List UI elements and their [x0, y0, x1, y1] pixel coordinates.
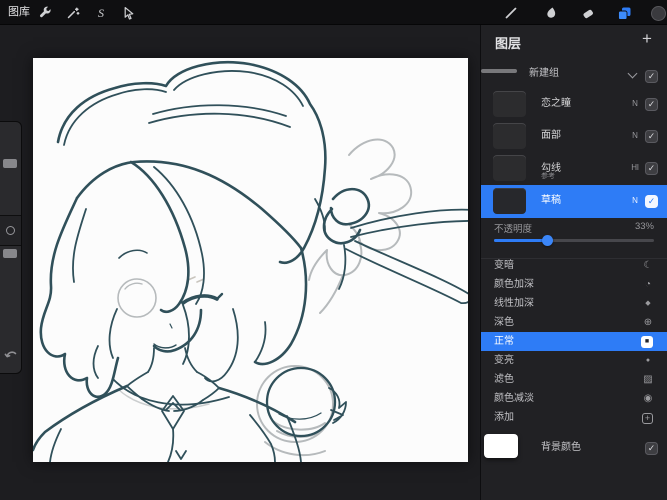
layer-name: 恋之瞳 — [541, 98, 571, 109]
layer-thumbnail[interactable] — [493, 155, 526, 181]
brush-sidebar — [0, 121, 22, 374]
opacity-value: 33% — [634, 221, 654, 232]
blend-mode-color-burn[interactable]: 颜色加深 ◔ — [481, 275, 667, 294]
chevron-down-icon[interactable] — [627, 68, 638, 79]
color-dodge-icon: ◉ — [643, 393, 653, 404]
adjustments-wand-icon[interactable] — [65, 5, 81, 21]
opacity-label: 不透明度 — [494, 224, 533, 235]
blend-badge[interactable]: Hl — [627, 152, 643, 184]
layer-name: 面部 — [541, 130, 561, 141]
group-thumbnail — [481, 69, 517, 73]
layer-reference-tag: 参考 — [541, 173, 555, 180]
background-color-swatch[interactable] — [484, 434, 518, 458]
brush-opacity-slider[interactable] — [3, 249, 17, 258]
layer-thumbnail[interactable] — [493, 188, 526, 214]
blend-mode-add[interactable]: 添加 + — [481, 408, 667, 427]
layer-name: 草稿 — [541, 195, 561, 206]
add-layer-button[interactable]: + — [637, 29, 657, 49]
layer-row[interactable]: 勾线 参考 Hl ✓ — [481, 152, 667, 184]
blend-mode-linear-burn[interactable]: 线性加深 ◆ — [481, 294, 667, 313]
layer-visibility-checkbox[interactable]: ✓ — [645, 98, 658, 111]
lighten-icon: ● — [645, 357, 651, 364]
background-layer-label: 背景颜色 — [541, 442, 581, 453]
opacity-slider[interactable] — [494, 235, 654, 246]
darker-color-icon: ⊕ — [643, 317, 653, 328]
layer-thumbnail[interactable] — [493, 91, 526, 117]
opacity-slider-thumb[interactable] — [541, 235, 553, 246]
modify-circle-icon — [6, 226, 15, 235]
blend-badge[interactable]: N — [627, 185, 643, 217]
actions-wrench-icon[interactable] — [37, 5, 53, 21]
smudge-icon[interactable] — [543, 5, 559, 21]
layers-panel-title: 图层 — [495, 36, 522, 51]
add-icon: + — [642, 412, 653, 424]
drawing-canvas[interactable] — [33, 58, 468, 462]
blend-mode-screen[interactable]: 滤色 ▨ — [481, 370, 667, 389]
color-burn-icon: ◔ — [644, 279, 652, 290]
blend-badge[interactable]: N — [627, 88, 643, 120]
undo-arrow-icon — [4, 351, 17, 358]
selection-icon[interactable]: S — [93, 5, 109, 21]
group-visibility-checkbox[interactable]: ✓ — [645, 70, 658, 83]
layer-visibility-checkbox[interactable]: ✓ — [645, 162, 658, 175]
layer-row[interactable]: 恋之瞳 N ✓ — [481, 88, 667, 120]
layer-thumbnail[interactable] — [493, 123, 526, 149]
layer-group-row[interactable]: 新建组 ✓ — [481, 60, 667, 88]
blend-mode-color-dodge[interactable]: 颜色减淡 ◉ — [481, 389, 667, 408]
group-name: 新建组 — [529, 68, 559, 79]
layer-row-selected[interactable]: 草稿 N ✓ — [481, 185, 667, 218]
normal-icon: ■ — [641, 335, 653, 348]
layers-panel: 图层 + 新建组 ✓ 恋之瞳 N ✓ 面部 N ✓ 勾线 参考 Hl ✓ 草稿 … — [480, 25, 667, 500]
layer-visibility-checkbox[interactable]: ✓ — [645, 130, 658, 143]
layers-icon[interactable] — [616, 5, 632, 21]
transform-arrow-icon[interactable] — [121, 5, 137, 21]
blend-badge[interactable]: N — [627, 120, 643, 152]
top-toolbar: 图库 S — [0, 0, 667, 25]
eraser-icon[interactable] — [580, 5, 596, 21]
modify-button[interactable] — [0, 215, 21, 246]
screen-icon: ▨ — [643, 374, 653, 385]
layer-row[interactable]: 面部 N ✓ — [481, 120, 667, 152]
background-visibility-checkbox[interactable]: ✓ — [645, 442, 658, 455]
background-layer-row[interactable]: 背景颜色 ✓ — [481, 430, 667, 466]
blend-mode-darken[interactable]: 变暗 ☾ — [481, 256, 667, 275]
gallery-button[interactable]: 图库 — [8, 0, 30, 25]
undo-button[interactable] — [0, 346, 21, 364]
canvas-artwork — [33, 60, 468, 462]
brush-icon[interactable] — [503, 5, 519, 21]
blend-mode-normal-selected[interactable]: 正常 ■ — [481, 332, 667, 351]
layer-visibility-checkbox[interactable]: ✓ — [645, 195, 658, 208]
blend-mode-lighten[interactable]: 变亮 ● — [481, 351, 667, 370]
color-swatch-icon[interactable] — [650, 5, 666, 21]
procreate-screen: 图库 S 图层 + 新建组 ✓ 恋之瞳 N ✓ 面部 N ✓ 勾线 参考 Hl … — [0, 0, 667, 500]
blend-mode-darker-color[interactable]: 深色 ⊕ — [481, 313, 667, 332]
darken-moon-icon: ☾ — [643, 260, 653, 271]
brush-size-slider[interactable] — [3, 159, 17, 168]
opacity-slider-fill — [494, 239, 547, 242]
linear-burn-icon: ◆ — [645, 300, 651, 307]
